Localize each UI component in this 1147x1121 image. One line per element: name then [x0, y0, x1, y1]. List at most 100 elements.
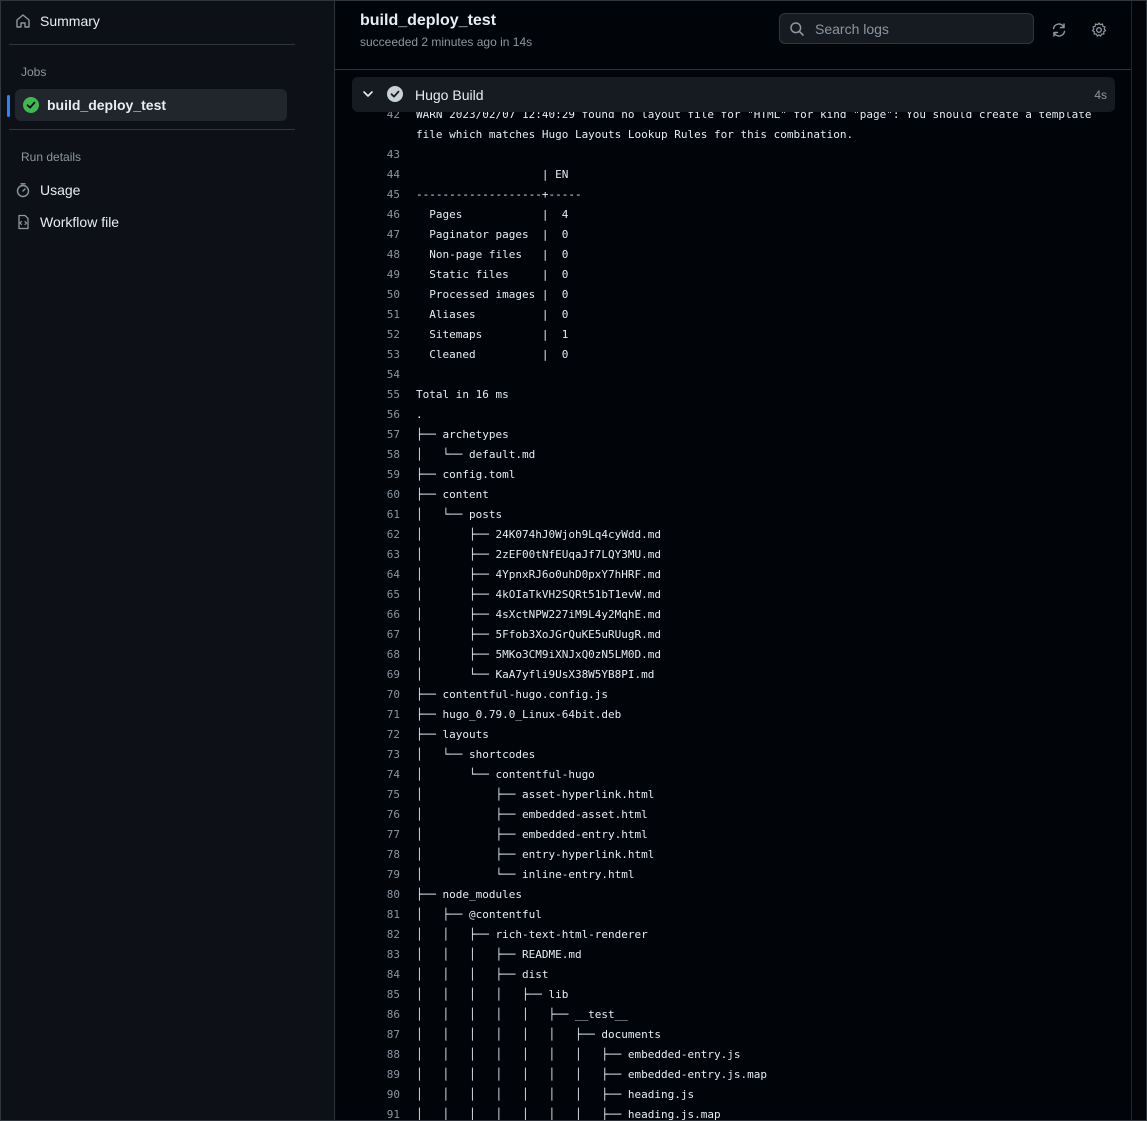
log-header: build_deploy_test succeeded 2 minutes ag…: [335, 1, 1131, 70]
log-line-number[interactable]: 79: [352, 865, 400, 885]
step-success-icon: [387, 86, 403, 102]
usage-label: Usage: [40, 182, 81, 198]
active-job-indicator: [7, 95, 10, 117]
log-line: 87 │ │ │ │ │ │ ├── documents: [352, 1025, 1115, 1045]
log-line-number[interactable]: 54: [352, 365, 400, 385]
log-line-number[interactable]: 59: [352, 465, 400, 485]
log-line-number[interactable]: 60: [352, 485, 400, 505]
log-line-number[interactable]: 47: [352, 225, 400, 245]
log-line-number[interactable]: 80: [352, 885, 400, 905]
log-line-number[interactable]: 68: [352, 645, 400, 665]
chevron-down-icon: [363, 91, 373, 97]
log-line-number[interactable]: 76: [352, 805, 400, 825]
log-line-number[interactable]: 81: [352, 905, 400, 925]
scrollbar[interactable]: [1131, 1, 1146, 1120]
log-line-text: Aliases | 0: [416, 308, 569, 321]
log-line-text: │ │ │ ├── dist: [416, 968, 549, 981]
log-line: 54: [352, 365, 1115, 385]
log-line: 70 ├── contentful-hugo.config.js: [352, 685, 1115, 705]
log-line-text: │ │ │ │ │ ├── __test__: [416, 1008, 628, 1021]
usage-link[interactable]: Usage: [15, 174, 80, 206]
log-line-text: │ │ │ │ ├── lib: [416, 988, 569, 1001]
log-line-number[interactable]: 88: [352, 1045, 400, 1065]
log-line-text: ├── content: [416, 488, 489, 501]
log-line-number[interactable]: 45: [352, 185, 400, 205]
log-line-text: ├── config.toml: [416, 468, 516, 481]
log-line-number[interactable]: 63: [352, 545, 400, 565]
log-line-number[interactable]: 77: [352, 825, 400, 845]
log-line-number[interactable]: 50: [352, 285, 400, 305]
log-line-text: file which matches Hugo Layouts Lookup R…: [416, 128, 854, 141]
log-line-text: │ └── shortcodes: [416, 748, 536, 761]
log-line-number[interactable]: 55: [352, 385, 400, 405]
log-line-number[interactable]: 89: [352, 1065, 400, 1085]
log-line-number[interactable]: 84: [352, 965, 400, 985]
search-box[interactable]: [779, 13, 1034, 44]
log-line-text: │ ├── 2zEF00tNfEUqaJf7LQY3MU.md: [416, 548, 662, 561]
sidebar-divider: [9, 129, 295, 130]
log-line-number[interactable]: 49: [352, 265, 400, 285]
settings-button[interactable]: [1090, 21, 1108, 39]
log-line-number[interactable]: 66: [352, 605, 400, 625]
log-line-number[interactable]: 74: [352, 765, 400, 785]
search-logs-input[interactable]: [813, 19, 1017, 38]
log-line-number[interactable]: 82: [352, 925, 400, 945]
step-hugo-build[interactable]: Hugo Build 4s: [352, 77, 1115, 112]
summary-link[interactable]: Summary: [15, 5, 100, 37]
log-line-text: ├── hugo_0.79.0_Linux-64bit.deb: [416, 708, 622, 721]
log-line-number[interactable]: 57: [352, 425, 400, 445]
log-line-text: Total in 16 ms: [416, 388, 509, 401]
log-line: 66 │ ├── 4sXctNPW227iM9L4y2MqhE.md: [352, 605, 1115, 625]
log-line: 81 │ ├── @contentful: [352, 905, 1115, 925]
log-line-text: │ ├── 4sXctNPW227iM9L4y2MqhE.md: [416, 608, 662, 621]
log-line-text: │ └── contentful-hugo: [416, 768, 595, 781]
log-line-number[interactable]: 91: [352, 1105, 400, 1120]
log-line-text: | EN: [416, 168, 569, 181]
log-line-number[interactable]: 48: [352, 245, 400, 265]
log-line: 85 │ │ │ │ ├── lib: [352, 985, 1115, 1005]
log-line-number[interactable]: 85: [352, 985, 400, 1005]
log-line-number[interactable]: 72: [352, 725, 400, 745]
log-line-text: │ ├── 5Ffob3XoJGrQuKE5uRUugR.md: [416, 628, 662, 641]
log-line-number[interactable]: 67: [352, 625, 400, 645]
log-line-number[interactable]: 69: [352, 665, 400, 685]
log-line-text: │ │ │ │ │ │ │ ├── embedded-entry.js.map: [416, 1068, 767, 1081]
log-line-text: │ ├── 4YpnxRJ6o0uhD0pxY7hHRF.md: [416, 568, 662, 581]
log-line-number[interactable]: 65: [352, 585, 400, 605]
log-line-number[interactable]: 56: [352, 405, 400, 425]
log-line: 51 Aliases | 0: [352, 305, 1115, 325]
log-line-number[interactable]: 75: [352, 785, 400, 805]
log-line-number[interactable]: 43: [352, 145, 400, 165]
log-line-number[interactable]: 58: [352, 445, 400, 465]
log-line-number[interactable]: 51: [352, 305, 400, 325]
log-line: 64 │ ├── 4YpnxRJ6o0uhD0pxY7hHRF.md: [352, 565, 1115, 585]
log-line-number[interactable]: 70: [352, 685, 400, 705]
log-line-number[interactable]: 64: [352, 565, 400, 585]
log-line-number[interactable]: 78: [352, 845, 400, 865]
log-line: 52 Sitemaps | 1: [352, 325, 1115, 345]
workflow-file-link[interactable]: Workflow file: [15, 206, 119, 238]
log-line-number[interactable]: 90: [352, 1085, 400, 1105]
log-line-number[interactable]: 61: [352, 505, 400, 525]
log-line: 71 ├── hugo_0.79.0_Linux-64bit.deb: [352, 705, 1115, 725]
log-line: 53 Cleaned | 0: [352, 345, 1115, 365]
log-line: 74 │ └── contentful-hugo: [352, 765, 1115, 785]
log-line-number[interactable]: 44: [352, 165, 400, 185]
log-line-number[interactable]: 87: [352, 1025, 400, 1045]
job-item-build-deploy-test[interactable]: build_deploy_test: [15, 89, 287, 121]
log-line: 90 │ │ │ │ │ │ │ ├── heading.js: [352, 1085, 1115, 1105]
log-line-number[interactable]: 73: [352, 745, 400, 765]
log-line-number[interactable]: 53: [352, 345, 400, 365]
sidebar: Summary Jobs build_deploy_test Run detai…: [1, 1, 335, 1120]
log-line-number[interactable]: 52: [352, 325, 400, 345]
log-line-number[interactable]: 86: [352, 1005, 400, 1025]
log-line-number[interactable]: 62: [352, 525, 400, 545]
log-line-number[interactable]: 83: [352, 945, 400, 965]
log-line-number[interactable]: 71: [352, 705, 400, 725]
step-title: Hugo Build: [415, 87, 484, 103]
refresh-button[interactable]: [1050, 21, 1068, 39]
gear-icon: [1091, 22, 1107, 37]
log-line-text: ├── layouts: [416, 728, 489, 741]
log-line-number[interactable]: 46: [352, 205, 400, 225]
log-line-text: │ │ │ │ │ │ │ ├── embedded-entry.js: [416, 1048, 741, 1061]
